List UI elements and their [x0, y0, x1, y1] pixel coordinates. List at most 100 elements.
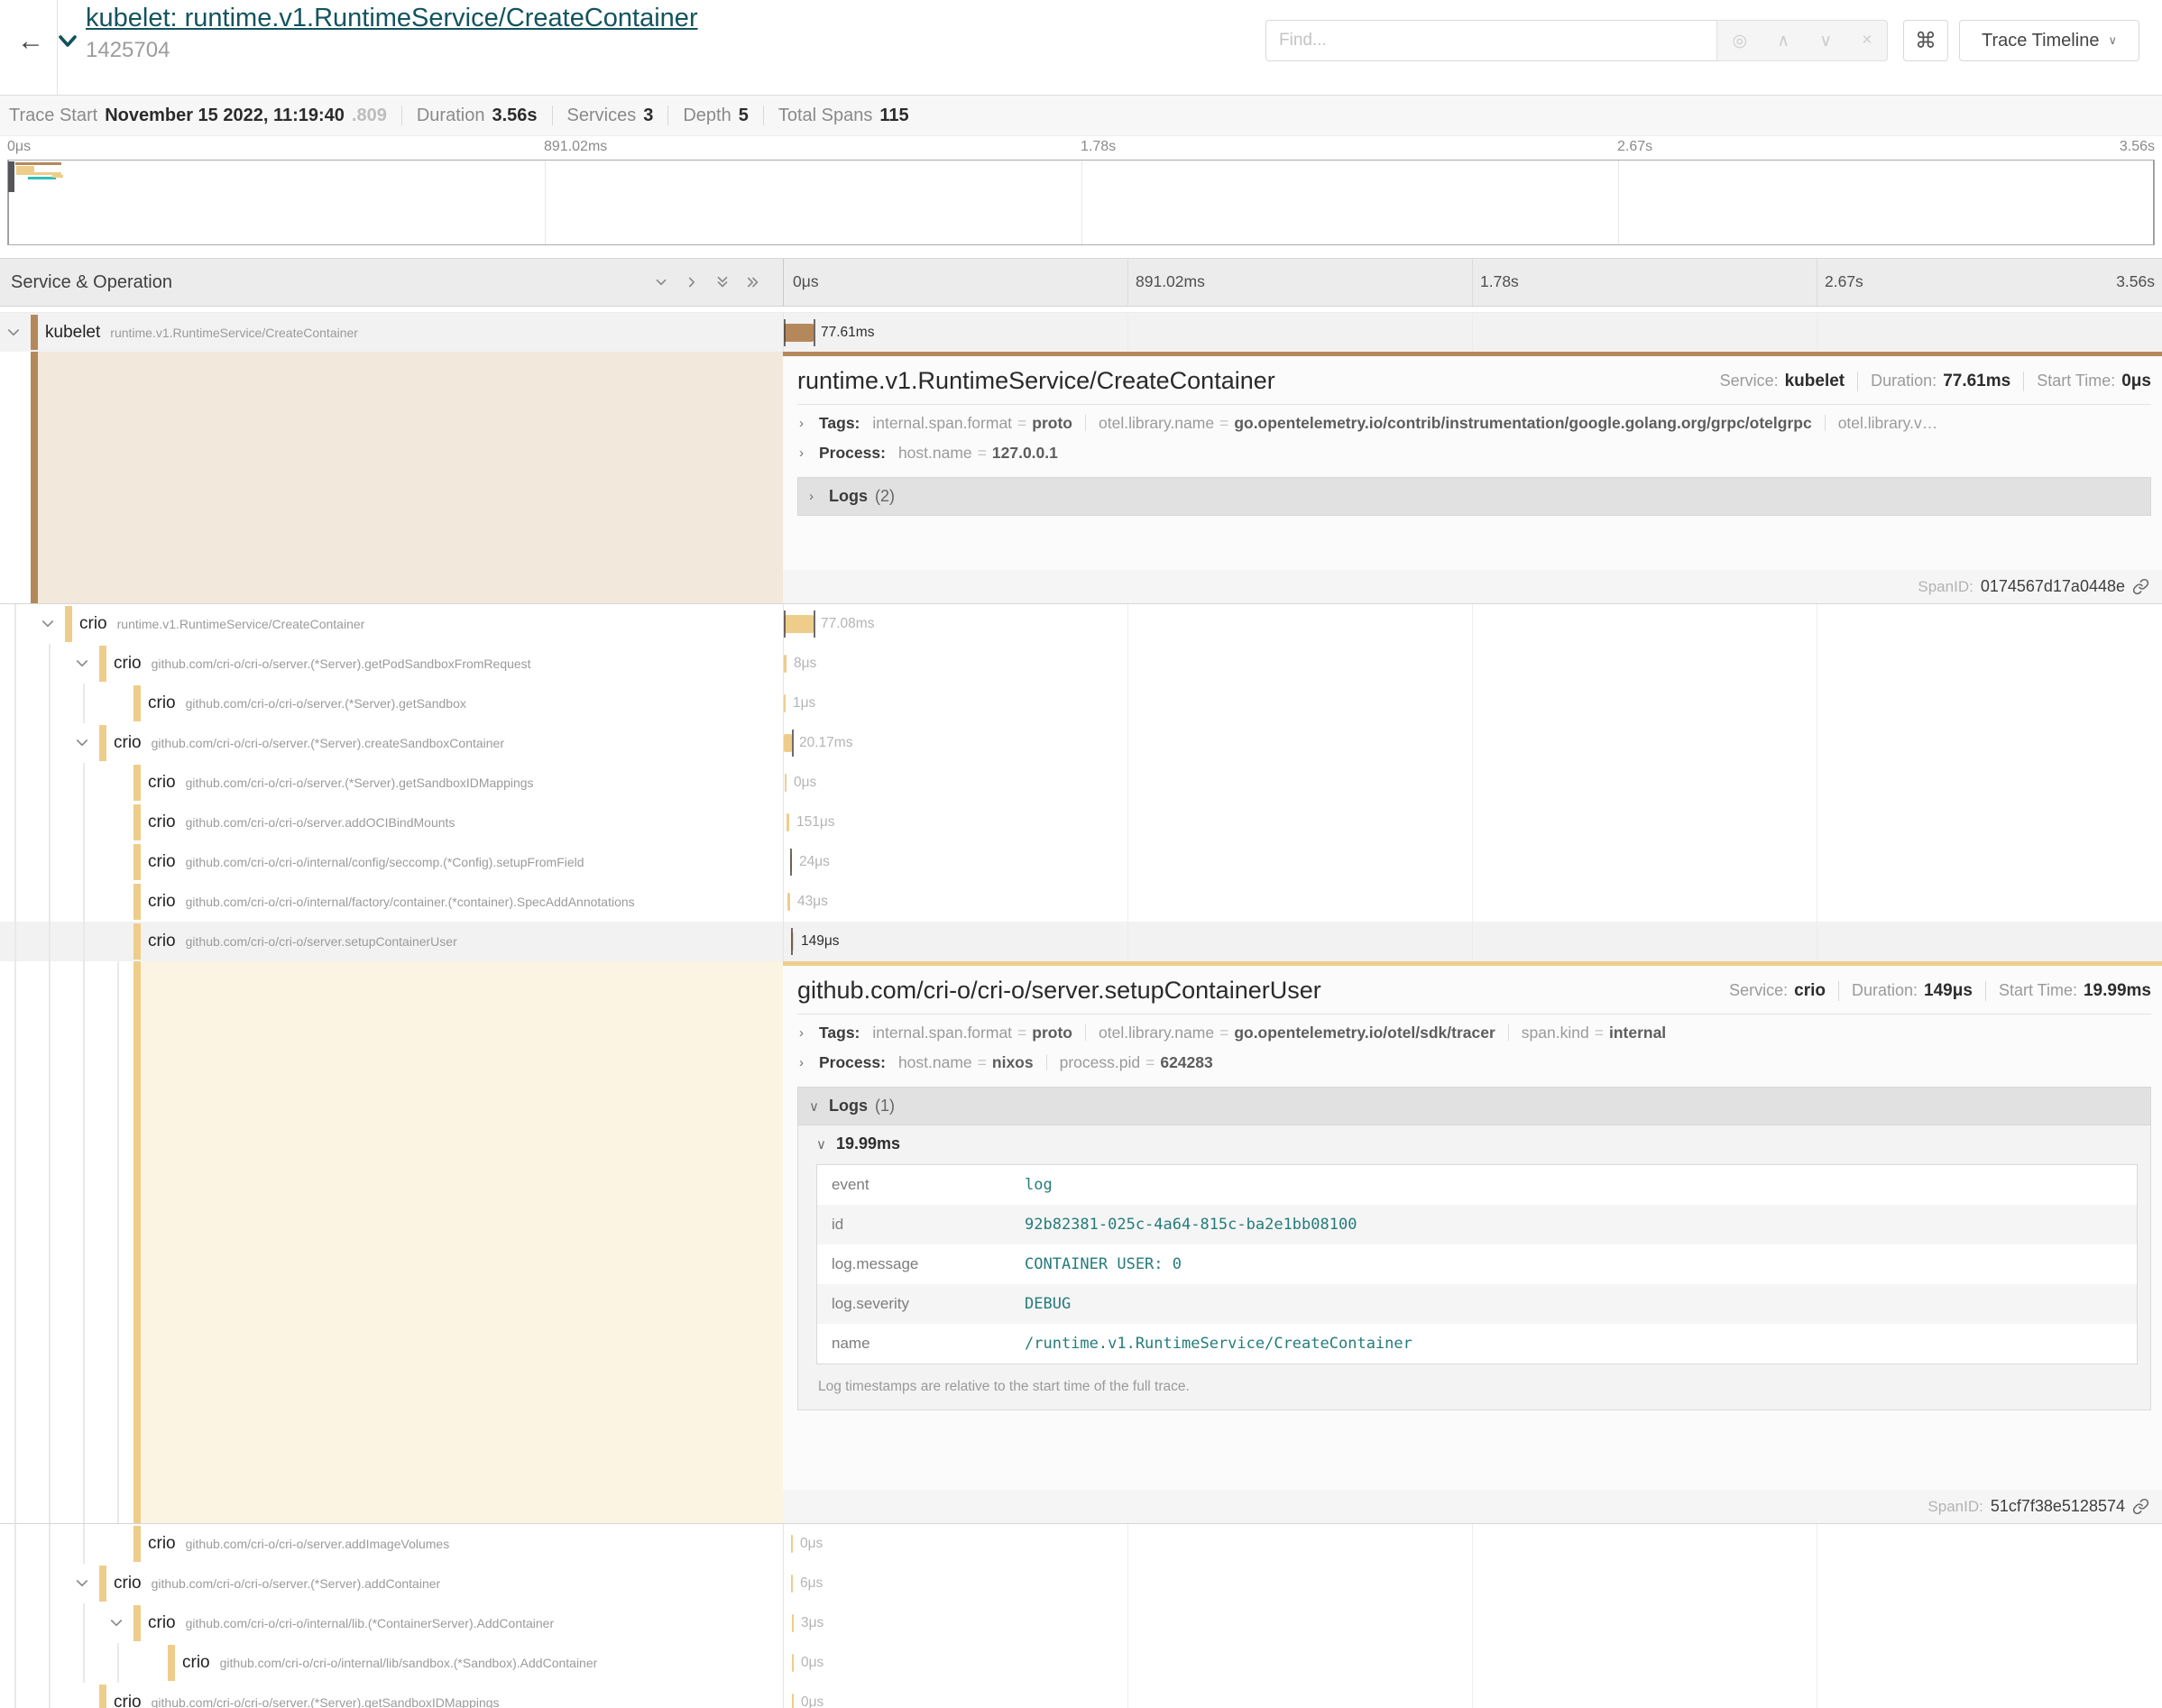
chevron-down-icon[interactable] — [40, 616, 56, 632]
span-name-cell[interactable]: criogithub.com/cri-o/cri-o/server.(*Serv… — [0, 1564, 783, 1603]
span-timeline-cell[interactable]: 0μs — [783, 1524, 2162, 1564]
chevron-down-icon[interactable] — [74, 656, 90, 672]
close-icon[interactable]: × — [1862, 31, 1872, 51]
span-timeline-cell[interactable]: 8μs — [783, 644, 2162, 684]
trace-view-selector[interactable]: Trace Timeline ∨ — [1959, 20, 2139, 61]
span-name-cell[interactable]: criogithub.com/cri-o/cri-o/server.addIma… — [0, 1524, 783, 1564]
chevron-up-icon[interactable]: ∧ — [1777, 31, 1789, 51]
log-note: Log timestamps are relative to the start… — [816, 1364, 2138, 1397]
deep-link-icon[interactable] — [2132, 578, 2149, 595]
span-timeline-cell[interactable]: 77.61ms — [783, 313, 2162, 352]
back-button[interactable]: ← — [13, 23, 49, 60]
chevron-down-icon[interactable] — [5, 325, 22, 341]
span-timeline-cell[interactable]: 6μs — [783, 1564, 2162, 1603]
chevron-down-icon: ∨ — [816, 1136, 836, 1152]
logs-accordion[interactable]: › Logs (2) — [797, 477, 2151, 516]
expand-one-icon[interactable] — [684, 274, 700, 290]
span-name-cell[interactable]: criogithub.com/cri-o/cri-o/server.(*Serv… — [0, 723, 783, 763]
span-timeline-cell[interactable]: 77.08ms — [783, 604, 2162, 644]
deep-link-icon[interactable] — [2132, 1498, 2149, 1515]
collapse-all-icon[interactable] — [714, 274, 731, 290]
span-name-cell[interactable]: criogithub.com/cri-o/cri-o/internal/lib/… — [0, 1643, 783, 1683]
divider — [1825, 415, 1826, 431]
span-name-cell[interactable]: criogithub.com/cri-o/cri-o/server.(*Serv… — [0, 763, 783, 803]
collapse-trace-chevron-icon[interactable] — [56, 31, 79, 57]
span-timeline-cell[interactable]: 24μs — [783, 842, 2162, 882]
span-row[interactable]: criogithub.com/cri-o/cri-o/server.(*Serv… — [0, 763, 2162, 803]
span-timeline-cell[interactable]: 151μs — [783, 803, 2162, 842]
span-row[interactable]: criogithub.com/cri-o/cri-o/internal/fact… — [0, 882, 2162, 922]
span-timeline-cell[interactable]: 20.17ms — [783, 723, 2162, 763]
keyboard-shortcuts-button[interactable]: ⌘ — [1903, 20, 1948, 61]
tags-accordion[interactable]: › Tags: internal.span.format=protootel.l… — [797, 405, 2151, 435]
span-bar — [784, 655, 787, 673]
operation-name: github.com/cri-o/cri-o/server.addImageVo… — [186, 1537, 450, 1551]
span-row[interactable]: criogithub.com/cri-o/cri-o/server.addIma… — [0, 1524, 2162, 1564]
span-name-cell[interactable]: criogithub.com/cri-o/cri-o/server.addOCI… — [0, 803, 783, 842]
span-name-cell[interactable]: criogithub.com/cri-o/cri-o/internal/fact… — [0, 882, 783, 922]
log-field-key: event — [817, 1176, 1025, 1194]
span-duration-label: 3μs — [801, 1603, 823, 1643]
span-detail-title: runtime.v1.RuntimeService/CreateContaine… — [797, 367, 1720, 395]
span-duration-label: 43μs — [797, 882, 828, 922]
span-row[interactable]: criogithub.com/cri-o/cri-o/server.addOCI… — [0, 803, 2162, 842]
chevron-down-icon[interactable] — [108, 1615, 124, 1631]
span-timeline-cell[interactable]: 43μs — [783, 882, 2162, 922]
span-timeline-cell[interactable]: 0μs — [783, 1643, 2162, 1683]
span-timeline-cell[interactable]: 3μs — [783, 1603, 2162, 1643]
tags-accordion[interactable]: › Tags: internal.span.format=protootel.l… — [797, 1015, 2151, 1044]
span-name-cell[interactable]: criogithub.com/cri-o/cri-o/server.(*Serv… — [0, 684, 783, 723]
span-duration-label: 8μs — [794, 644, 816, 684]
span-name-cell[interactable]: criogithub.com/cri-o/cri-o/internal/lib.… — [0, 1603, 783, 1643]
chevron-down-icon[interactable] — [74, 1575, 90, 1592]
operation-name: github.com/cri-o/cri-o/internal/config/s… — [186, 855, 584, 869]
trace-title-link[interactable]: kubelet: runtime.v1.RuntimeService/Creat… — [86, 4, 698, 33]
span-timeline-cell[interactable]: 149μs — [783, 922, 2162, 961]
span-name-cell[interactable]: criogithub.com/cri-o/cri-o/internal/conf… — [0, 842, 783, 882]
expand-all-icon[interactable] — [745, 274, 761, 290]
span-timeline-cell[interactable]: 1μs — [783, 684, 2162, 723]
locate-icon[interactable]: ◎ — [1733, 31, 1748, 51]
span-name-cell[interactable]: kubeletruntime.v1.RuntimeService/CreateC… — [0, 313, 783, 352]
span-row[interactable]: kubeletruntime.v1.RuntimeService/CreateC… — [0, 312, 2162, 352]
span-name-cell[interactable]: criogithub.com/cri-o/cri-o/server.(*Serv… — [0, 1683, 783, 1708]
span-timeline-cell[interactable]: 0μs — [783, 1683, 2162, 1708]
span-row[interactable]: criogithub.com/cri-o/cri-o/server.(*Serv… — [0, 1683, 2162, 1708]
span-row[interactable]: criogithub.com/cri-o/cri-o/server.(*Serv… — [0, 1564, 2162, 1603]
span-row[interactable]: criogithub.com/cri-o/cri-o/server.setupC… — [0, 922, 2162, 961]
logs-accordion[interactable]: ∨ Logs (1) — [797, 1087, 2151, 1125]
log-timestamp-accordion[interactable]: ∨ 19.99ms — [816, 1134, 2138, 1153]
divider — [1508, 1024, 1509, 1041]
span-name-cell[interactable]: criogithub.com/cri-o/cri-o/server.(*Serv… — [0, 644, 783, 684]
minimap-viewport-right-edge[interactable] — [2153, 161, 2154, 244]
span-name-cell[interactable]: criogithub.com/cri-o/cri-o/server.setupC… — [0, 922, 783, 961]
span-row[interactable]: crioruntime.v1.RuntimeService/CreateCont… — [0, 604, 2162, 644]
span-detail-meta: Service:kubelet Duration:77.61ms Start T… — [1720, 372, 2151, 391]
log-field-value: 92b82381-025c-4a64-815c-ba2e1bb08100 — [1025, 1216, 1357, 1234]
find-input[interactable] — [1265, 20, 1716, 61]
span-row[interactable]: criogithub.com/cri-o/cri-o/internal/conf… — [0, 842, 2162, 882]
indent-guide — [49, 644, 51, 684]
indent-guide — [14, 1643, 16, 1683]
span-name: criogithub.com/cri-o/cri-o/server.(*Serv… — [0, 723, 783, 763]
span-duration-label: 151μs — [796, 803, 835, 842]
span-color-bar — [133, 765, 141, 801]
span-row[interactable]: criogithub.com/cri-o/cri-o/server.(*Serv… — [0, 644, 2162, 684]
log-marker-tick — [791, 928, 793, 955]
chevron-down-icon[interactable] — [74, 735, 90, 751]
span-row[interactable]: criogithub.com/cri-o/cri-o/server.(*Serv… — [0, 684, 2162, 723]
minimap-axis: 0μs 891.02ms 1.78s 2.67s 3.56s — [0, 137, 2162, 159]
span-row[interactable]: criogithub.com/cri-o/cri-o/server.(*Serv… — [0, 723, 2162, 763]
minimap-canvas[interactable] — [7, 160, 2155, 245]
span-row[interactable]: criogithub.com/cri-o/cri-o/internal/lib/… — [0, 1643, 2162, 1683]
chevron-down-icon[interactable]: ∨ — [1819, 31, 1832, 51]
span-name-cell[interactable]: crioruntime.v1.RuntimeService/CreateCont… — [0, 604, 783, 644]
minimap-drag-handle[interactable] — [8, 161, 14, 192]
process-accordion[interactable]: › Process: host.name=nixosprocess.pid=62… — [797, 1044, 2151, 1074]
process-accordion[interactable]: › Process: host.name=127.0.0.1 — [797, 435, 2151, 464]
span-row[interactable]: criogithub.com/cri-o/cri-o/internal/lib.… — [0, 1603, 2162, 1643]
span-timeline-cell[interactable]: 0μs — [783, 763, 2162, 803]
collapse-one-icon[interactable] — [653, 274, 669, 290]
indent-guide — [49, 1643, 51, 1683]
span-tree: kubeletruntime.v1.RuntimeService/CreateC… — [0, 312, 2162, 1708]
